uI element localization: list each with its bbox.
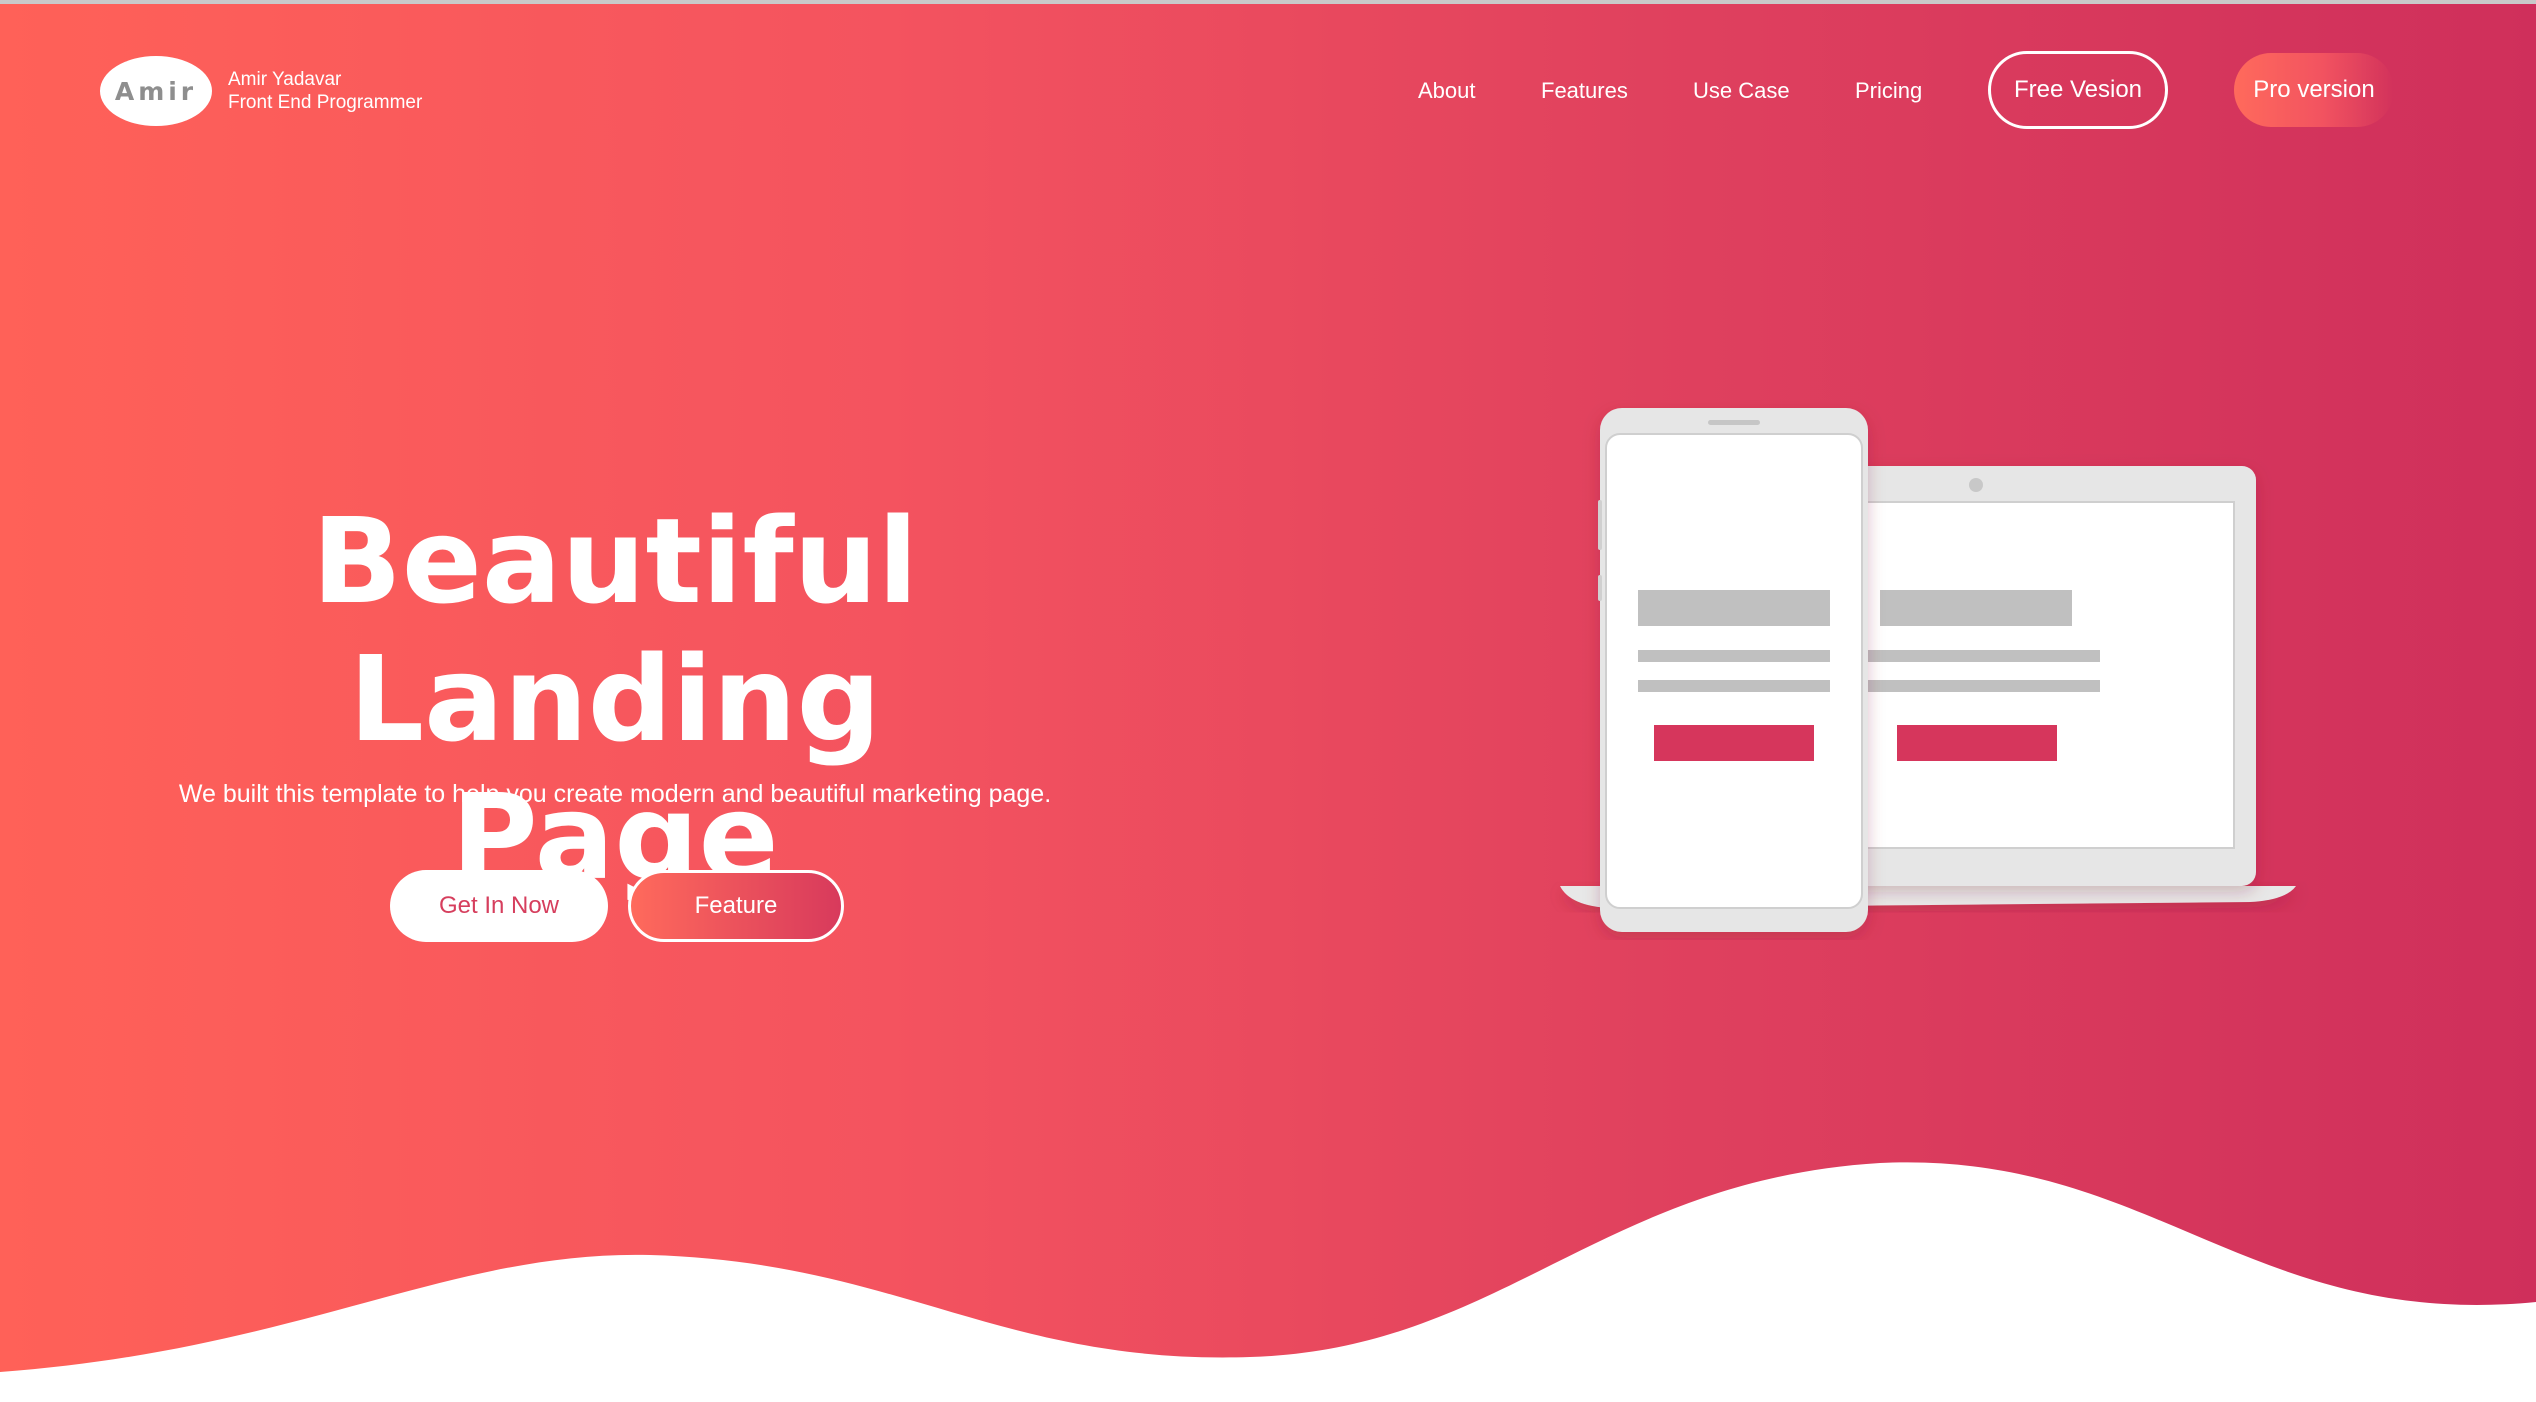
nav-link-about[interactable]: About	[1418, 78, 1476, 104]
nav-link-features[interactable]: Features	[1541, 78, 1628, 104]
free-version-button[interactable]: Free Vesion	[1988, 51, 2168, 129]
brand-role: Front End Programmer	[228, 92, 423, 113]
brand-name: Amir Yadavar	[228, 69, 342, 90]
hero-title-line1: Beautiful Landing	[311, 492, 919, 768]
hero-subtitle: We built this template to help you creat…	[178, 780, 1052, 808]
hero-title: Beautiful Landing Page	[60, 492, 1170, 906]
pro-version-button[interactable]: Pro version	[2234, 53, 2394, 127]
nav-link-pricing[interactable]: Pricing	[1855, 78, 1922, 104]
feature-button[interactable]: Feature	[628, 870, 844, 942]
logo[interactable]: Amir	[100, 56, 212, 126]
brand-block[interactable]: Amir Amir Yadavar Front End Programmer	[100, 56, 422, 126]
devices-illustration	[1560, 408, 2296, 932]
smartphone-icon	[1598, 408, 1868, 932]
get-in-now-button[interactable]: Get In Now	[390, 870, 608, 942]
hero-section: Amir Amir Yadavar Front End Programmer A…	[0, 0, 2536, 1402]
nav-link-use-case[interactable]: Use Case	[1693, 78, 1790, 104]
brand-text: Amir Yadavar Front End Programmer	[228, 68, 422, 114]
